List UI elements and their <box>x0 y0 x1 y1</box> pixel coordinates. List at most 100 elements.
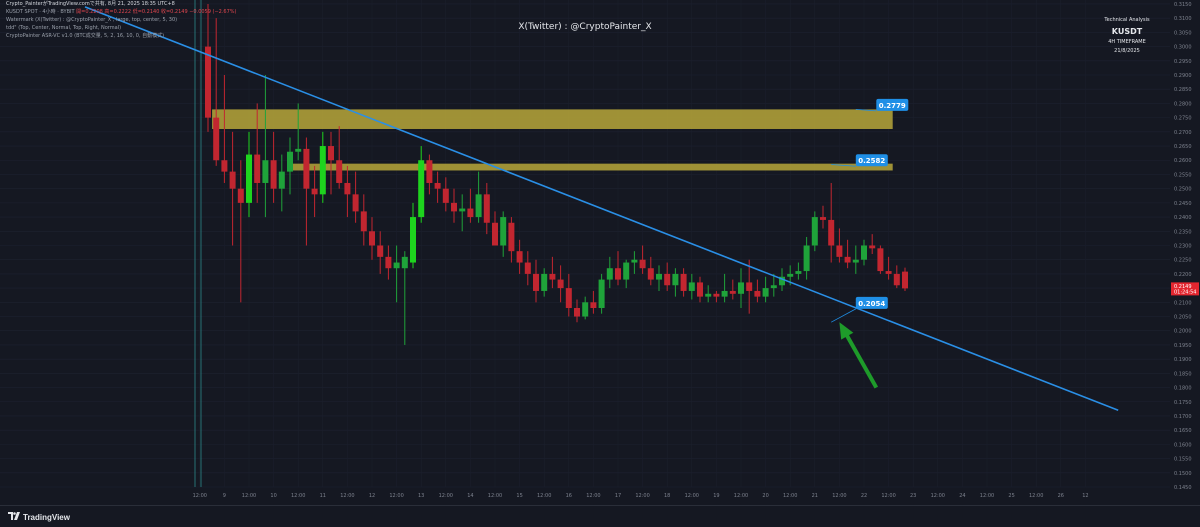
y-tick-label: 0.2300 <box>1174 243 1192 249</box>
x-tick-label: 15 <box>516 493 522 499</box>
x-tick-label: 12:00 <box>685 493 699 499</box>
resistance-zones <box>212 109 893 171</box>
candle-body <box>705 293 712 297</box>
candle-body <box>606 268 613 280</box>
price-chart[interactable]: 0.27790.25820.2054 0.14500.15000.15500.1… <box>0 0 1200 506</box>
candle-body <box>475 194 482 218</box>
candle-body <box>516 251 523 263</box>
candle-body <box>770 285 777 289</box>
candle-body <box>377 245 384 257</box>
x-tick-label: 12 <box>369 493 375 499</box>
y-tick-label: 0.2350 <box>1174 229 1192 235</box>
candle-body <box>270 160 277 189</box>
candle-body <box>787 273 794 277</box>
candle-body <box>902 271 908 289</box>
x-tick-label: 12:00 <box>291 493 305 499</box>
y-tick-label: 0.2850 <box>1174 87 1192 93</box>
candle-body <box>803 245 810 272</box>
x-tick-label: 21 <box>812 493 818 499</box>
indicator-asr-vc[interactable]: CryptoPainter ASR-VC v1.0 (BTC成交量, 5, 2,… <box>6 32 237 40</box>
resistance-zone <box>291 163 893 171</box>
y-tick-label: 0.2600 <box>1174 158 1192 164</box>
time-axis: 12:00 9 12:00 10 12:00 11 12:00 12 12:00 13 12:00 1… <box>193 493 1089 499</box>
chart-legend: Crypto_PainterがTradingView.comで共有, 8月 21… <box>6 0 237 40</box>
candle-body <box>615 268 621 280</box>
price-label-text: 0.2779 <box>879 102 906 110</box>
publisher-line: Crypto_PainterがTradingView.comで共有, 8月 21… <box>6 1 175 7</box>
candle-body <box>205 46 211 118</box>
y-tick-label: 0.3100 <box>1174 16 1192 22</box>
candle-body <box>237 188 244 203</box>
candle-body <box>590 302 597 308</box>
x-tick-label: 22 <box>861 493 867 499</box>
y-tick-label: 0.2700 <box>1174 130 1192 136</box>
candle-body <box>582 302 589 317</box>
candle-body <box>795 271 802 274</box>
x-tick-label: 12:00 <box>931 493 945 499</box>
candle-body <box>418 160 425 218</box>
candle-body <box>254 154 261 183</box>
y-tick-label: 0.2500 <box>1174 187 1192 193</box>
x-tick-label: 12:00 <box>193 493 207 499</box>
candle-body <box>713 293 720 297</box>
candle-body <box>524 262 531 274</box>
candle-body <box>467 208 474 218</box>
candle-body <box>877 248 884 272</box>
candle-body <box>369 231 375 246</box>
candle-body <box>500 217 507 246</box>
candle-body <box>360 211 367 232</box>
candle-body <box>287 151 293 172</box>
y-tick-label: 0.3000 <box>1174 45 1192 51</box>
candle-body <box>754 290 761 297</box>
x-tick-label: 24 <box>959 493 965 499</box>
x-tick-label: 25 <box>1008 493 1014 499</box>
y-tick-label: 0.1550 <box>1174 457 1192 463</box>
tradingview-brand: TradingView <box>23 513 70 522</box>
tradingview-logo-icon <box>8 512 20 522</box>
candle-body <box>459 208 466 212</box>
price-axis: 0.1450 0.1500 0.1550 0.1600 0.1650 0.1700 0.17… <box>1170 0 1200 506</box>
candle-body <box>820 217 826 220</box>
candle-body <box>549 273 556 280</box>
candle-body <box>631 259 638 263</box>
x-tick-label: 12:00 <box>439 493 453 499</box>
candle-body <box>393 262 400 269</box>
candle-body <box>451 202 457 212</box>
candle-body <box>401 256 408 269</box>
x-tick-label: 18 <box>664 493 670 499</box>
x-tick-label: 12:00 <box>980 493 994 499</box>
price-label-text: 0.2054 <box>858 300 885 308</box>
candle-body <box>869 245 876 249</box>
y-tick-label: 0.2900 <box>1174 73 1192 79</box>
candle-body <box>213 117 220 161</box>
x-tick-label: 12:00 <box>340 493 354 499</box>
y-tick-label: 0.1500 <box>1174 471 1192 477</box>
candle-body <box>738 282 744 294</box>
candle-body <box>828 219 835 246</box>
ta-date: 21/8/2025 <box>1114 48 1140 54</box>
candle-body <box>721 290 728 297</box>
technical-analysis-box: Technical Analysis KUSDT 4H TIMEFRAME 21… <box>1092 16 1162 56</box>
x-tick-label: 13 <box>418 493 424 499</box>
candle-body <box>262 160 269 183</box>
candle-body <box>557 279 564 289</box>
bar-countdown-text: 01:24:54 <box>1174 289 1196 295</box>
candle-body <box>656 273 662 280</box>
y-tick-label: 0.2000 <box>1174 329 1192 335</box>
y-tick-label: 0.1800 <box>1174 386 1192 392</box>
ta-timeframe: 4H TIMEFRAME <box>1108 39 1146 45</box>
candle-body <box>541 273 548 291</box>
symbol-line[interactable]: KUSDT SPOT · 4小時 · BYBIT <box>6 9 75 15</box>
candle-body <box>680 273 687 291</box>
candle-body <box>729 290 736 294</box>
candle-body <box>278 171 285 189</box>
y-tick-label: 0.1600 <box>1174 442 1192 448</box>
tradingview-logo[interactable]: TradingView <box>8 512 70 522</box>
candle-body <box>811 217 818 246</box>
chart-grid <box>0 0 1170 488</box>
candle-body <box>410 217 416 263</box>
candle-body <box>508 222 515 252</box>
candle-body <box>295 148 302 152</box>
y-tick-label: 0.2950 <box>1174 59 1192 65</box>
x-tick-label: 12:00 <box>537 493 551 499</box>
